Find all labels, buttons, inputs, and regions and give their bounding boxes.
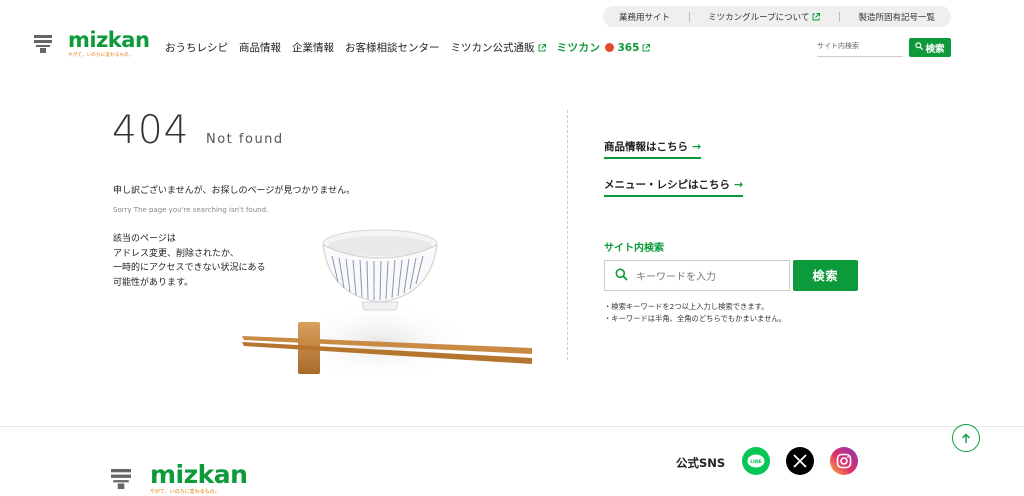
content-divider xyxy=(567,110,568,360)
nav-item-company[interactable]: 企業情報 xyxy=(292,40,334,55)
nav-label-prefix: ミツカン xyxy=(556,42,601,54)
search-icon xyxy=(615,268,628,284)
error-message-en: Sorry The page you're searching isn't fo… xyxy=(113,206,269,214)
recipes-link[interactable]: メニュー・レシピはこちら → xyxy=(604,177,744,197)
search-icon xyxy=(915,42,924,53)
svg-text:LINE: LINE xyxy=(750,459,762,465)
page-top-button[interactable] xyxy=(952,424,980,452)
arrow-right-icon: → xyxy=(692,140,702,153)
utility-link-business[interactable]: 業務用サイト xyxy=(619,11,670,23)
line-icon[interactable]: LINE xyxy=(742,447,770,475)
nav-item-recipes[interactable]: おうちレシピ xyxy=(165,40,228,55)
x-icon[interactable] xyxy=(786,447,814,475)
logo-tagline: やがて、いのちに変わるもの。 xyxy=(150,489,220,495)
nav-label: 商品情報 xyxy=(239,42,281,54)
link-label: メニュー・レシピはこちら xyxy=(604,179,730,191)
divider xyxy=(688,11,690,22)
external-link-icon xyxy=(812,12,821,21)
search-placeholder: キーワードを入力 xyxy=(636,272,716,283)
arrow-right-icon: → xyxy=(734,178,744,191)
global-nav: おうちレシピ 商品情報 企業情報 お客様相談センター ミツカン公式通販 ミツカン… xyxy=(165,40,651,55)
header-search-button[interactable]: 検索 xyxy=(909,38,951,57)
nav-label: ミツカン公式通販 xyxy=(450,42,535,54)
utility-link-label: ミツカングループについて xyxy=(708,12,810,23)
nav-label: お客様相談センター xyxy=(345,42,440,54)
divider xyxy=(838,11,840,22)
site-logo[interactable]: mizkan やがて、いのちに変わるもの。 xyxy=(68,28,150,58)
search-notes: ・検索キーワードを2つ以上入力し検索できます。 ・キーワードは半角、全角のどちら… xyxy=(604,301,786,324)
search-note: ・キーワードは半角、全角のどちらでもかまいません。 xyxy=(604,313,786,323)
utility-link-codes[interactable]: 製造所固有記号一覧 xyxy=(858,11,935,23)
mizkan-mark-icon[interactable] xyxy=(34,35,52,57)
search-note: ・検索キーワードを2つ以上入力し検索できます。 xyxy=(604,302,769,311)
logo-tagline: やがて、いのちに変わるもの。 xyxy=(68,53,134,58)
link-label: 商品情報はこちら xyxy=(604,141,688,153)
site-search-title: サイト内検索 xyxy=(604,243,664,254)
products-link[interactable]: 商品情報はこちら → xyxy=(604,139,702,159)
footer-logo[interactable]: mizkan やがて、いのちに変わるもの。 xyxy=(150,460,248,496)
logo-text: mizkan xyxy=(150,460,248,489)
mizkan-mark-icon xyxy=(111,468,131,494)
nav-label-suffix: 365 xyxy=(617,41,640,54)
external-link-icon xyxy=(642,43,651,52)
utility-link-label: 業務用サイト xyxy=(619,12,671,23)
header-search-input[interactable]: サイト内検索 xyxy=(817,38,903,57)
rice-bowl-chopsticks-image xyxy=(240,224,540,388)
error-status: Not found xyxy=(206,132,284,147)
search-button-label: 検索 xyxy=(925,43,945,55)
utility-link-label: 製造所固有記号一覧 xyxy=(858,12,935,23)
logo-text: mizkan xyxy=(68,28,150,52)
error-code: 404 xyxy=(112,108,190,153)
mascot-icon xyxy=(604,43,614,52)
utility-link-group[interactable]: ミツカングループについて xyxy=(708,11,821,23)
arrow-up-icon xyxy=(961,429,971,448)
nav-item-shop[interactable]: ミツカン公式通販 xyxy=(451,40,546,55)
external-link-icon xyxy=(538,43,546,52)
site-search-button[interactable]: 検索 xyxy=(793,260,858,291)
nav-label: おうちレシピ xyxy=(165,42,228,54)
nav-item-support[interactable]: お客様相談センター xyxy=(345,40,440,55)
site-search-input[interactable]: キーワードを入力 xyxy=(604,260,790,291)
footer-divider xyxy=(0,426,1024,427)
sns-label: 公式SNS xyxy=(676,456,726,470)
instagram-icon[interactable] xyxy=(830,447,858,475)
nav-item-products[interactable]: 商品情報 xyxy=(239,40,281,55)
error-message-jp: 申し訳ございませんが、お探しのページが見つかりません。 xyxy=(113,186,356,196)
nav-label: 企業情報 xyxy=(292,42,334,54)
utility-nav: 業務用サイト ミツカングループについて 製造所固有記号一覧 xyxy=(603,6,951,27)
nav-item-mizkan365[interactable]: ミツカン 365 xyxy=(557,40,651,55)
